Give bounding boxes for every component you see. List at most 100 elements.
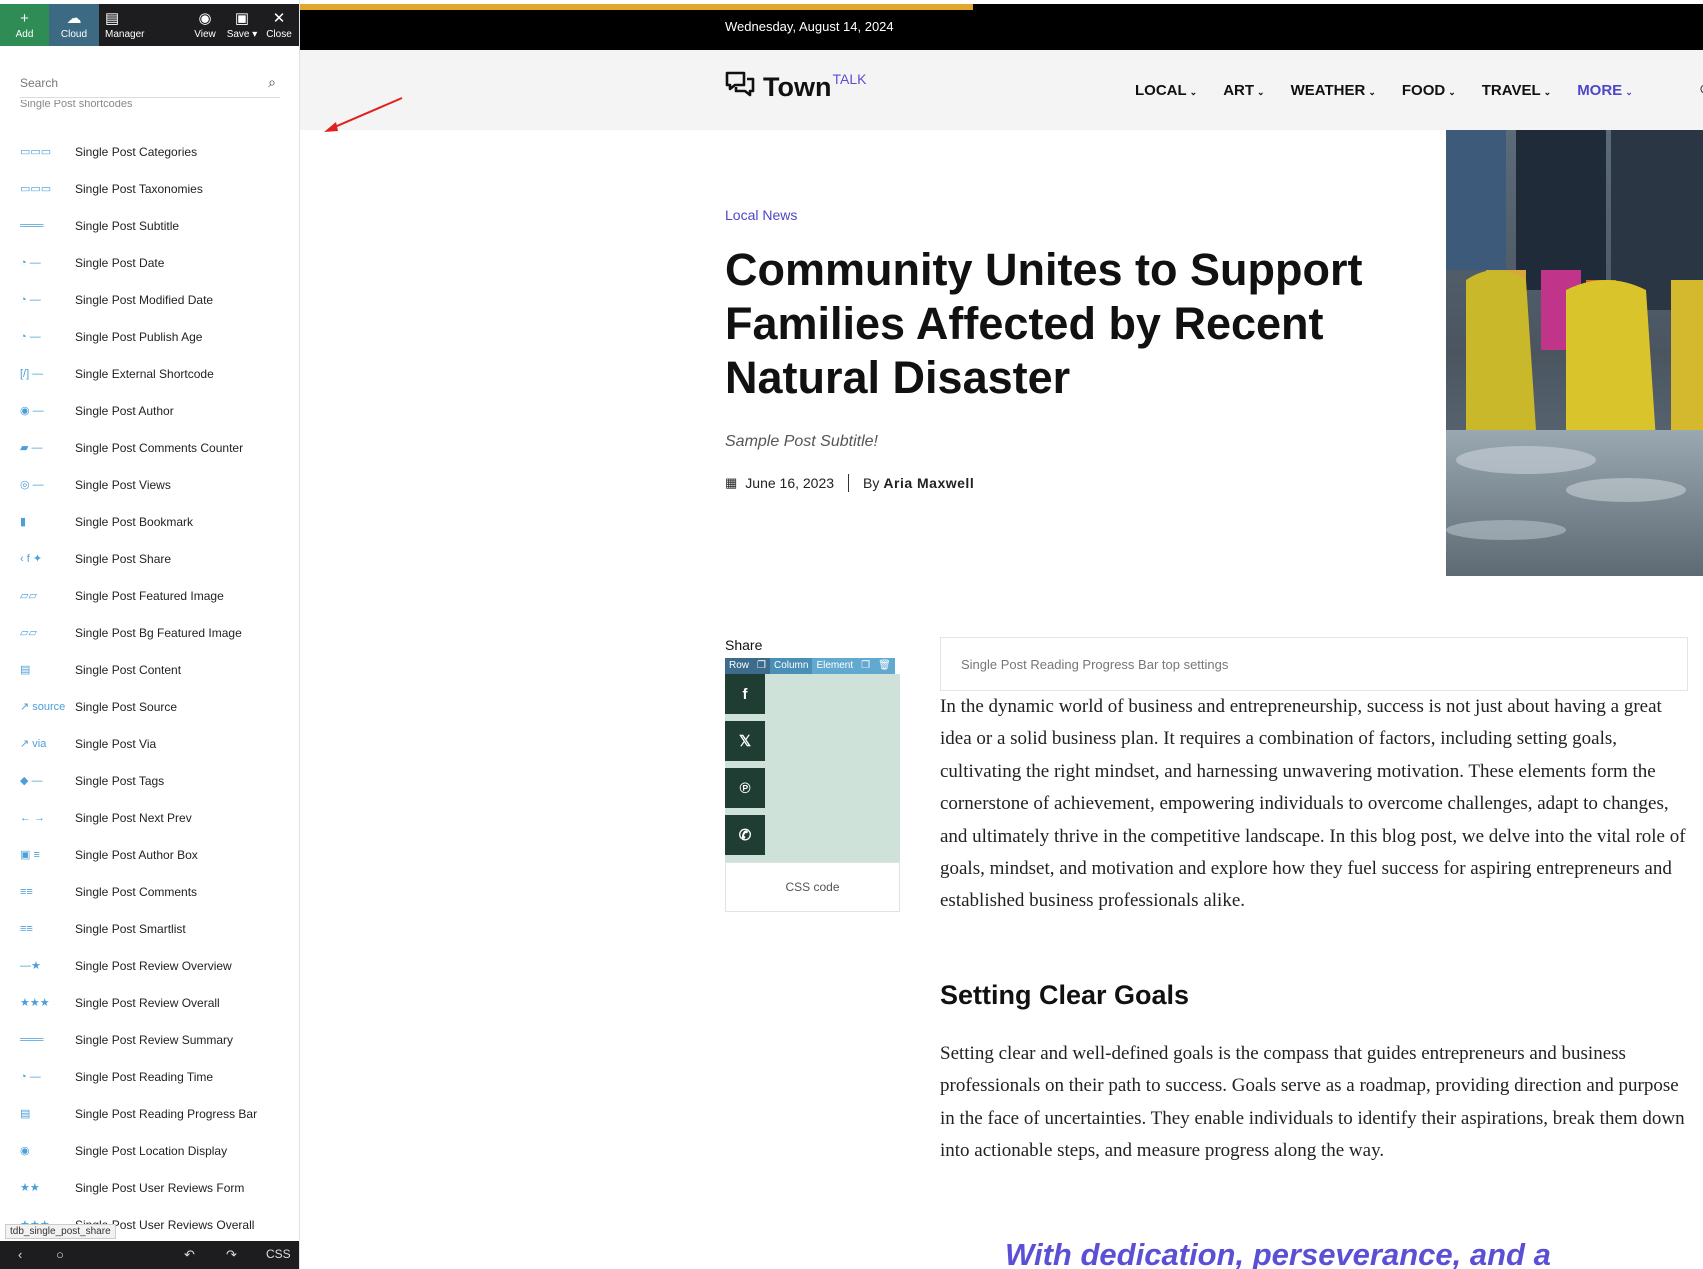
- shortcode-item[interactable]: ≡≡ Single Post Comments: [0, 873, 299, 910]
- views-icon: ◎ —: [20, 479, 44, 491]
- add-button[interactable]: + Add: [0, 4, 49, 46]
- undo-icon[interactable]: ↶: [184, 1247, 195, 1263]
- shortcode-item[interactable]: ▣ ≡ Single Post Author Box: [0, 836, 299, 873]
- css-code-button[interactable]: CSS code: [725, 862, 900, 912]
- css-button[interactable]: CSS: [266, 1247, 291, 1261]
- row-copy-icon[interactable]: ❐: [753, 658, 770, 674]
- subtitle-icon: ═══: [20, 219, 44, 232]
- pull-quote: With dedication, perseverance, and a: [1005, 1237, 1551, 1269]
- review-overview-icon: —★: [20, 960, 41, 972]
- shortcode-item[interactable]: ▮ Single Post Bookmark: [0, 503, 299, 540]
- facebook-share-button[interactable]: f: [725, 674, 765, 714]
- calendar-icon: ▦: [725, 475, 738, 490]
- whatsapp-share-button[interactable]: ✆: [725, 815, 765, 855]
- shortcode-item[interactable]: ◉ Single Post Location Display: [0, 1132, 299, 1169]
- shortcode-item[interactable]: ★★ Single Post User Reviews Form: [0, 1169, 299, 1206]
- shortcode-item[interactable]: —★ Single Post Review Overview: [0, 947, 299, 984]
- chevron-down-icon: ⌄: [1257, 87, 1265, 97]
- location-icon: ◉: [20, 1145, 30, 1157]
- column-tool[interactable]: Column: [769, 658, 813, 674]
- shortcode-item[interactable]: ▱▱ Single Post Featured Image: [0, 577, 299, 614]
- nav-item-local[interactable]: LOCAL ⌄: [1135, 82, 1197, 99]
- post-author-link[interactable]: Aria Maxwell: [883, 475, 974, 491]
- nav-item-label: ART: [1223, 82, 1255, 99]
- content-icon: ▤: [20, 664, 31, 676]
- close-icon: ✕: [272, 9, 286, 27]
- element-tooltip: tdb_single_post_share: [5, 1224, 116, 1239]
- shortcode-item[interactable]: ↗ source Single Post Source: [0, 688, 299, 725]
- shortcode-item[interactable]: ↗ via Single Post Via: [0, 725, 299, 762]
- shortcode-item[interactable]: ◔ — Single Post Date: [0, 244, 299, 281]
- shortcode-item-label: Single Post Content: [75, 662, 182, 677]
- shortcode-item[interactable]: ▭▭▭ Single Post Categories: [0, 133, 299, 170]
- shortcode-item[interactable]: ◔ — Single Post Modified Date: [0, 281, 299, 318]
- nav-item-label: TRAVEL: [1481, 82, 1541, 99]
- back-icon[interactable]: ‹: [18, 1247, 22, 1262]
- shortcode-item[interactable]: [/] — Single External Shortcode: [0, 355, 299, 392]
- nav-item-travel[interactable]: TRAVEL ⌄: [1482, 82, 1551, 99]
- shortcode-item[interactable]: ═══ Single Post Review Summary: [0, 1021, 299, 1058]
- share-element[interactable]: f 𝕏 ℗ ✆: [725, 674, 900, 862]
- shortcode-item-label: Single Post Review Overall: [75, 995, 220, 1010]
- shortcode-item[interactable]: ★★★ Single Post Review Overall: [0, 984, 299, 1021]
- tags-icon: ◆ —: [20, 775, 43, 787]
- shortcode-item[interactable]: ‹ f ✦ Single Post Share: [0, 540, 299, 577]
- save-button[interactable]: ▣ Save ▾: [222, 4, 262, 46]
- site-logo[interactable]: Town TALK: [725, 70, 866, 106]
- cloud-button[interactable]: ☁ Cloud: [49, 4, 99, 46]
- shortcode-item[interactable]: ▰ — Single Post Comments Counter: [0, 429, 299, 466]
- shortcode-item[interactable]: ◆ — Single Post Tags: [0, 762, 299, 799]
- post-category-link[interactable]: Local News: [725, 207, 797, 223]
- main-nav: LOCAL ⌄ ART ⌄ WEATHER ⌄ FOOD ⌄ TRAVEL ⌄ MORE ⌄: [1135, 82, 1659, 99]
- article-paragraph: In the dynamic world of business and ent…: [940, 696, 1686, 912]
- shortcode-item-label: Single Post Subtitle: [75, 218, 180, 233]
- add-label: Add: [15, 28, 34, 40]
- featured-image: [1446, 130, 1703, 576]
- shortcode-item[interactable]: ▤ Single Post Content: [0, 651, 299, 688]
- close-button[interactable]: ✕ Close: [262, 4, 296, 46]
- modified-date-icon: ◔ —: [20, 293, 41, 306]
- shortcode-item-label: Single Post Categories: [75, 144, 198, 159]
- reading-progress-icon: ▤: [20, 1108, 31, 1120]
- search-icon[interactable]: ⌕: [268, 74, 276, 91]
- element-delete-icon[interactable]: 🗑: [874, 658, 895, 674]
- element-copy-icon[interactable]: ❐: [857, 658, 875, 674]
- element-toolbar: Row ❐ Column Element ❐ 🗑: [725, 658, 895, 674]
- x-icon: 𝕏: [738, 733, 752, 750]
- manager-button[interactable]: ▤ Manager: [99, 4, 151, 46]
- reading-progress-settings[interactable]: Single Post Reading Progress Bar top set…: [940, 637, 1688, 691]
- nav-item-label: LOCAL: [1135, 82, 1187, 99]
- nav-item-label: WEATHER: [1290, 82, 1366, 99]
- shortcode-item[interactable]: ▤ Single Post Reading Progress Bar: [0, 1095, 299, 1132]
- row-tool[interactable]: Row: [725, 658, 754, 674]
- redo-icon[interactable]: ↷: [226, 1247, 237, 1263]
- x-share-button[interactable]: 𝕏: [725, 721, 765, 761]
- nav-search-icon[interactable]: ○: [1699, 78, 1703, 101]
- taxonomies-icon: ▭▭▭: [20, 183, 52, 195]
- shortcode-item[interactable]: ≡≡ Single Post Smartlist: [0, 910, 299, 947]
- shortcode-item-label: Single External Shortcode: [75, 366, 214, 381]
- view-button[interactable]: ◉ View: [188, 4, 222, 46]
- nav-item-food[interactable]: FOOD ⌄: [1402, 82, 1456, 99]
- shortcode-item-label: Single Post Views: [75, 477, 171, 492]
- shortcode-item[interactable]: ← → Single Post Next Prev: [0, 799, 299, 836]
- element-tool[interactable]: Element: [812, 658, 858, 674]
- current-date: Wednesday, August 14, 2024: [725, 19, 894, 34]
- chevron-down-icon: ⌄: [1368, 87, 1376, 97]
- nav-item-weather[interactable]: WEATHER ⌄: [1291, 82, 1376, 99]
- shortcode-item[interactable]: ◔ — Single Post Reading Time: [0, 1058, 299, 1095]
- pinterest-share-button[interactable]: ℗: [725, 768, 765, 808]
- shortcode-item[interactable]: ▭▭▭ Single Post Taxonomies: [0, 170, 299, 207]
- shortcode-item[interactable]: ═══ Single Post Subtitle: [0, 207, 299, 244]
- circle-icon[interactable]: ○: [56, 1247, 64, 1262]
- shortcode-item[interactable]: ▱▱ Single Post Bg Featured Image: [0, 614, 299, 651]
- shortcode-item[interactable]: ◉ — Single Post Author: [0, 392, 299, 429]
- nav-item-art[interactable]: ART ⌄: [1223, 82, 1264, 99]
- nav-item-more[interactable]: MORE ⌄: [1577, 82, 1633, 99]
- page-canvas: Wednesday, August 14, 2024 Town TALK LOC…: [300, 0, 1703, 1269]
- builder-panel: + Add ☁ Cloud ▤ Manager ◉ View ▣ Save ▾ …: [0, 0, 300, 1269]
- shortcode-item[interactable]: ◎ — Single Post Views: [0, 466, 299, 503]
- shortcode-item[interactable]: ◔ — Single Post Publish Age: [0, 318, 299, 355]
- search-input[interactable]: [20, 75, 250, 90]
- article-heading: Setting Clear Goals: [940, 980, 1190, 1010]
